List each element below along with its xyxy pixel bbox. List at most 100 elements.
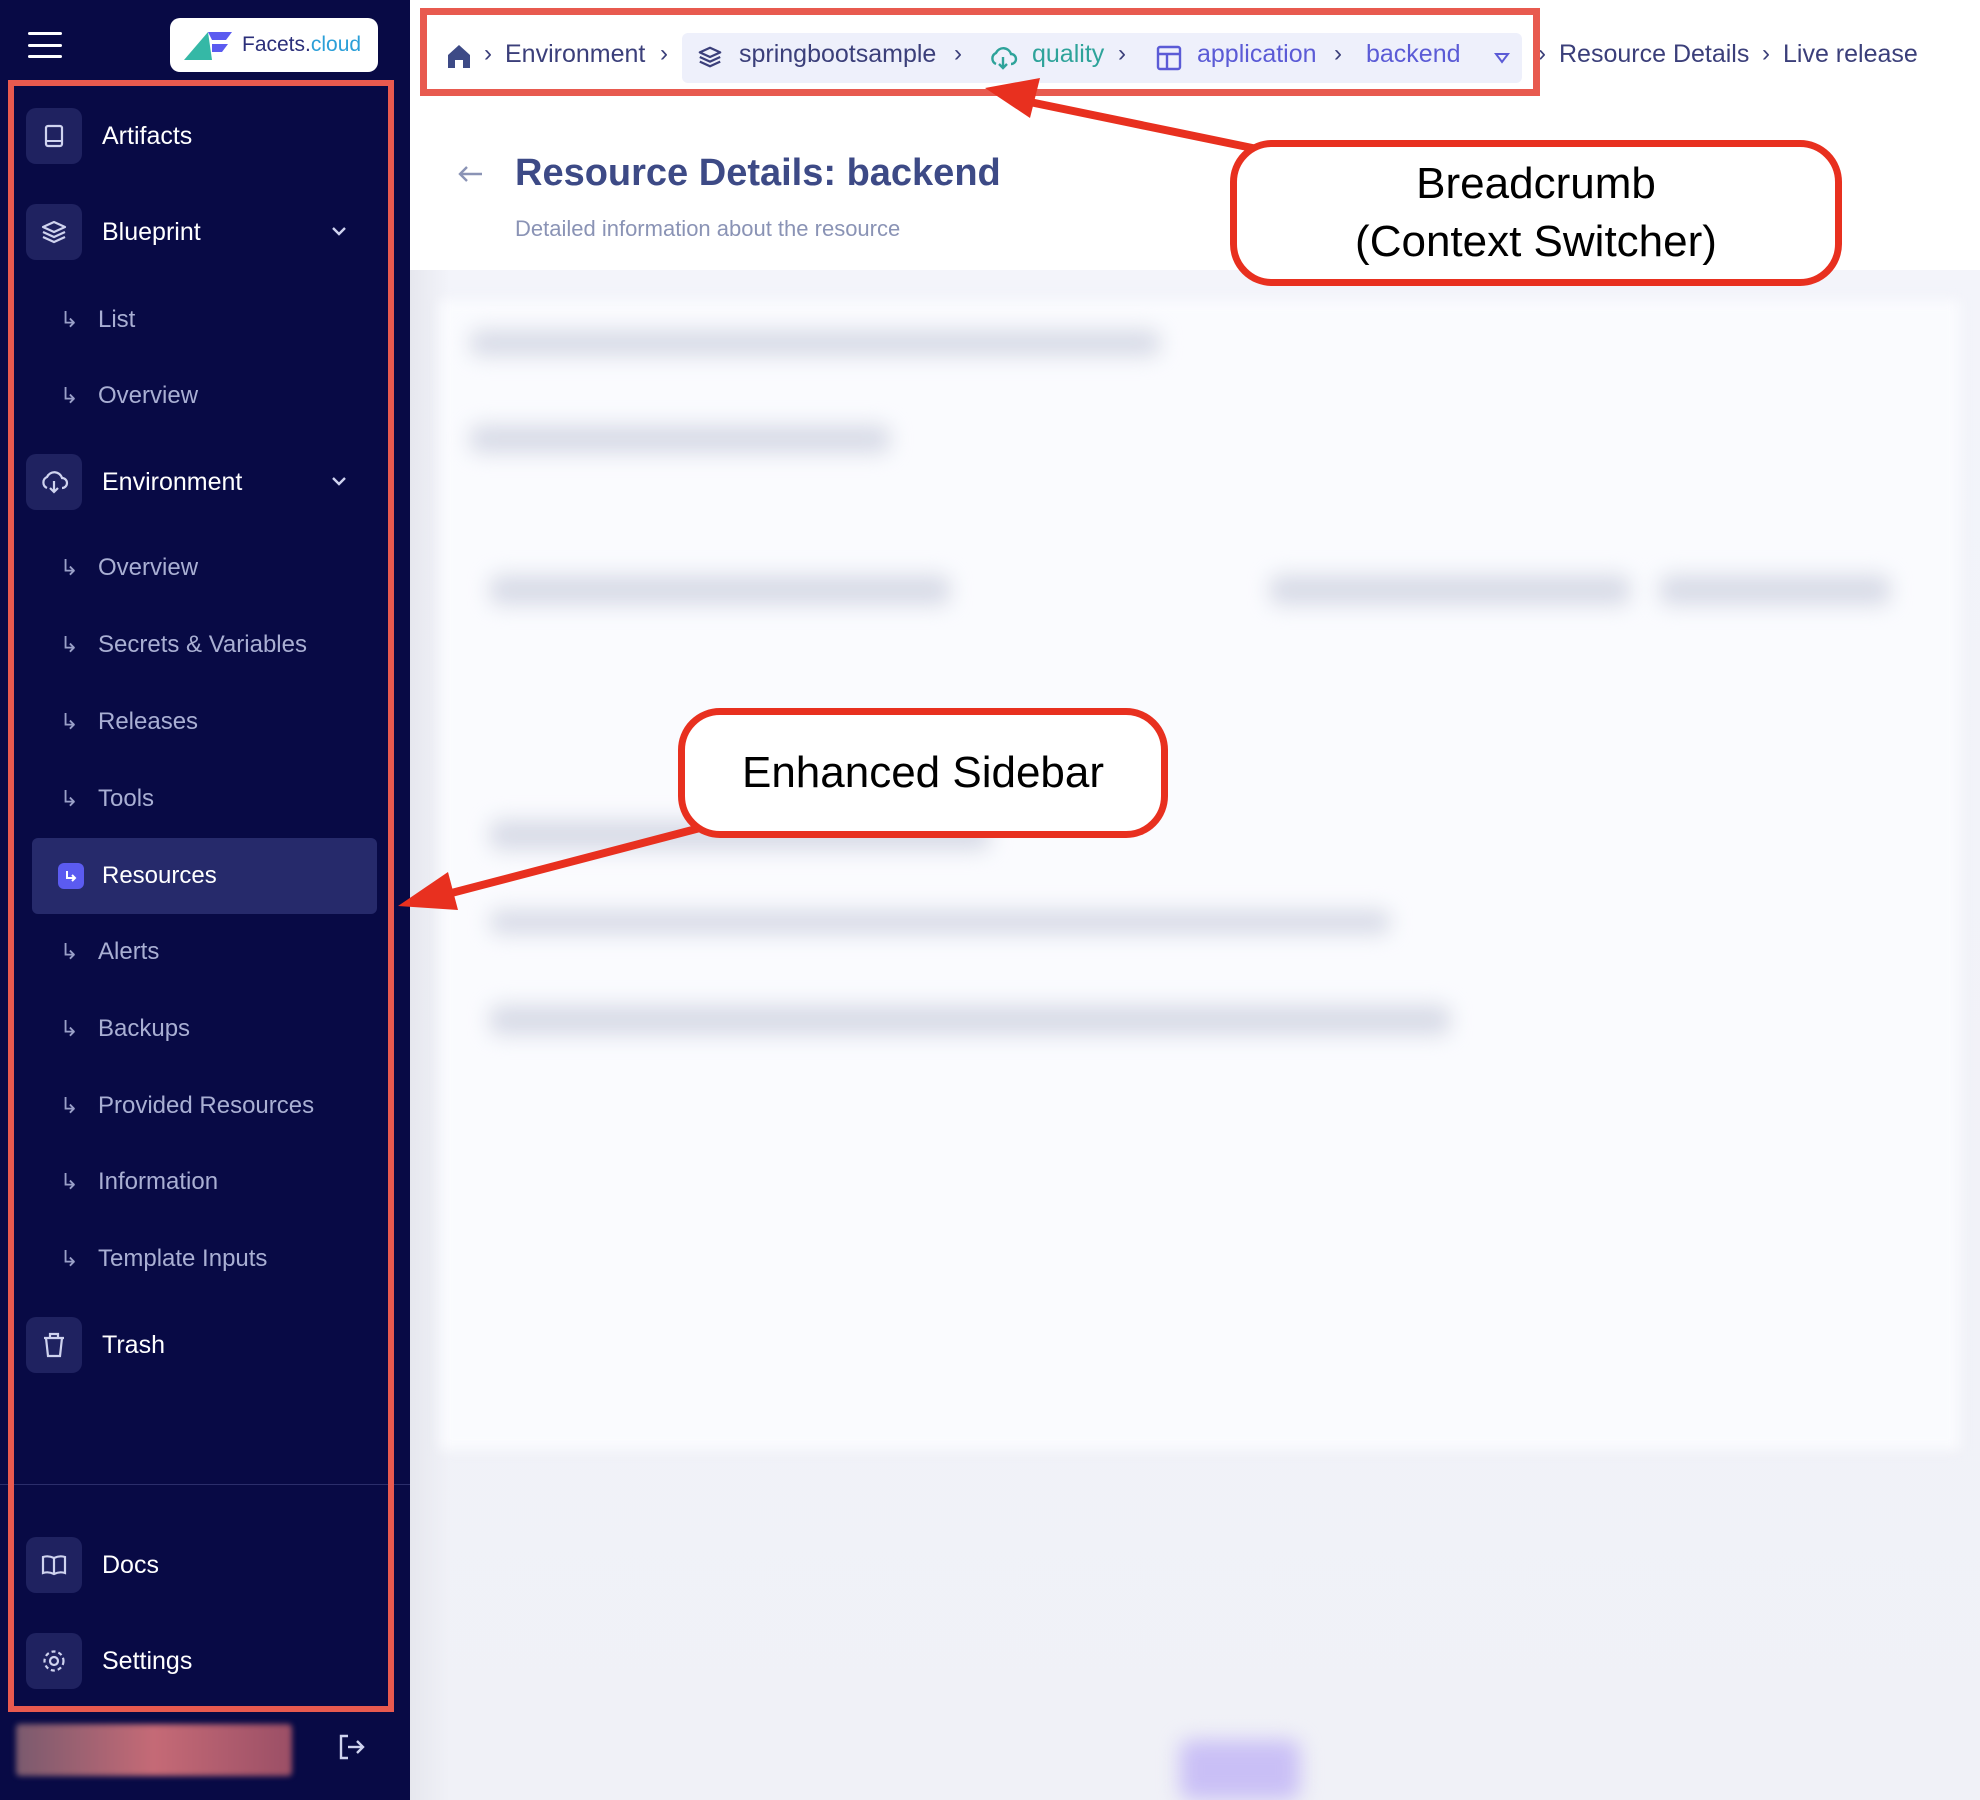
sidebar-item-alerts[interactable]: ↳ Alerts [32,914,377,990]
trash-icon [26,1317,82,1373]
sidebar-item-provided-resources[interactable]: ↳ Provided Resources [32,1068,377,1144]
sidebar-item-label: Blueprint [102,217,201,246]
layers-icon [698,46,722,68]
sidebar-item-label: Template Inputs [98,1245,268,1272]
breadcrumb-separator: › [1334,40,1342,67]
hamburger-menu-icon[interactable] [28,32,62,58]
book-icon [26,108,82,164]
sidebar-item-backups[interactable]: ↳ Backups [32,991,377,1067]
sidebar-item-label: Backups [98,1015,191,1042]
facets-logo[interactable]: Facets.cloud [170,18,378,72]
breadcrumb-resource[interactable]: backend [1366,40,1461,69]
sidebar-item-label: Overview [98,382,199,409]
back-arrow-icon[interactable] [456,162,486,186]
sidebar-item-label: Resources [102,862,217,889]
callout-text: Breadcrumb [1416,159,1656,208]
breadcrumb-env[interactable]: quality [1032,40,1104,69]
sidebar-item-blueprint-overview[interactable]: ↳ Overview [32,358,377,434]
callout-text: Enhanced Sidebar [741,748,1105,797]
open-book-icon [26,1537,82,1593]
dropdown-triangle-icon[interactable] [1494,51,1510,65]
blurred-placeholder [490,910,1390,934]
sidebar-item-blueprint[interactable]: Blueprint [26,204,201,260]
logout-icon[interactable] [336,1732,368,1762]
sidebar-item-label: Secrets & Variables [98,631,307,658]
sidebar-item-label: Releases [98,708,199,735]
blurred-placeholder [1270,575,1630,605]
sub-arrow-icon: ↳ [60,383,79,408]
page-subtitle: Detailed information about the resource [515,216,901,241]
layers-icon [26,204,82,260]
blurred-placeholder [490,1005,1450,1035]
sub-arrow-icon: ↳ [60,939,79,964]
logo-text: Facets.cloud [242,33,362,56]
sidebar-item-blueprint-list[interactable]: ↳ List [32,282,377,358]
page-title: Resource Details: backend [515,152,1001,194]
sidebar-item-trash[interactable]: Trash [26,1317,165,1373]
sidebar-item-label: Alerts [98,938,160,965]
user-profile-redacted[interactable] [16,1724,292,1776]
sub-arrow-icon: ↳ [60,555,79,580]
sidebar-item-secrets-variables[interactable]: ↳ Secrets & Variables [32,607,377,683]
sub-arrow-icon: ↳ [60,1016,79,1041]
breadcrumb-callout: Breadcrumb (Context Switcher) [1230,140,1842,286]
sub-arrow-icon: ↳ [60,307,79,332]
blurred-placeholder [1660,575,1890,605]
sidebar-item-label: Overview [98,554,199,581]
sub-arrow-icon: ↳ [60,632,79,657]
breadcrumb-separator: › [954,40,962,67]
blurred-placeholder [470,330,1160,356]
gear-icon [26,1633,82,1689]
sidebar-item-environment[interactable]: Environment [26,454,242,510]
sidebar-item-settings[interactable]: Settings [26,1633,192,1689]
sidebar-item-label: Trash [102,1330,165,1359]
blurred-placeholder [490,575,950,605]
sidebar-item-label: Information [98,1168,219,1195]
breadcrumb-resource-type[interactable]: application [1197,40,1317,69]
sidebar-item-information[interactable]: ↳ Information [32,1144,377,1220]
cloud-download-icon [991,47,1018,70]
sub-arrow-icon: ↳ [60,1246,79,1271]
breadcrumb-page[interactable]: Resource Details [1559,40,1749,69]
facets-logo-icon [184,32,232,60]
sub-arrow-icon: ↳ [60,1169,79,1194]
breadcrumb-current: Live release [1783,40,1918,68]
breadcrumb-separator: › [1538,40,1546,67]
breadcrumb-project[interactable]: springbootsample [739,40,936,69]
sidebar-item-releases[interactable]: ↳ Releases [32,684,377,760]
sidebar-item-template-inputs[interactable]: ↳ Template Inputs [32,1221,377,1297]
breadcrumb-environment[interactable]: Environment [505,40,645,69]
sidebar-item-docs[interactable]: Docs [26,1537,159,1593]
sidebar-item-tools[interactable]: ↳ Tools [32,761,377,837]
sidebar-item-label: Docs [102,1550,159,1579]
sidebar-item-label: Tools [98,785,155,812]
sidebar-item-label: Settings [102,1646,193,1675]
sidebar-item-label: Environment [102,467,243,496]
resources-active-icon [58,863,84,889]
breadcrumb-separator: › [484,40,492,67]
sidebar-item-label: Artifacts [102,121,193,150]
chevron-down-icon[interactable] [330,224,348,238]
sub-arrow-icon: ↳ [60,1093,79,1118]
chevron-down-icon[interactable] [330,474,348,488]
home-icon[interactable] [445,42,473,70]
blurred-content-card [440,300,1960,1450]
sidebar-item-resources[interactable]: Resources [32,838,377,914]
sidebar-item-label: Provided Resources [98,1092,315,1119]
sidebar-item-env-overview[interactable]: ↳ Overview [32,530,377,606]
breadcrumb-separator: › [660,40,668,67]
blurred-placeholder [470,425,890,453]
sub-arrow-icon: ↳ [60,709,79,734]
sidebar-divider [0,1484,410,1485]
layout-icon [1156,45,1182,71]
breadcrumb-separator: › [1762,40,1770,67]
cloud-download-icon [26,454,82,510]
sidebar-item-artifacts[interactable]: Artifacts [26,108,192,164]
sidebar-item-label: List [98,306,136,333]
sidebar: Facets.cloud Artifacts Blueprint ↳ List … [0,0,410,1800]
sidebar-callout: Enhanced Sidebar [678,708,1168,838]
breadcrumb-separator: › [1118,40,1126,67]
callout-text: (Context Switcher) [1355,217,1717,266]
sub-arrow-icon: ↳ [60,786,79,811]
blurred-placeholder [1180,1740,1300,1800]
